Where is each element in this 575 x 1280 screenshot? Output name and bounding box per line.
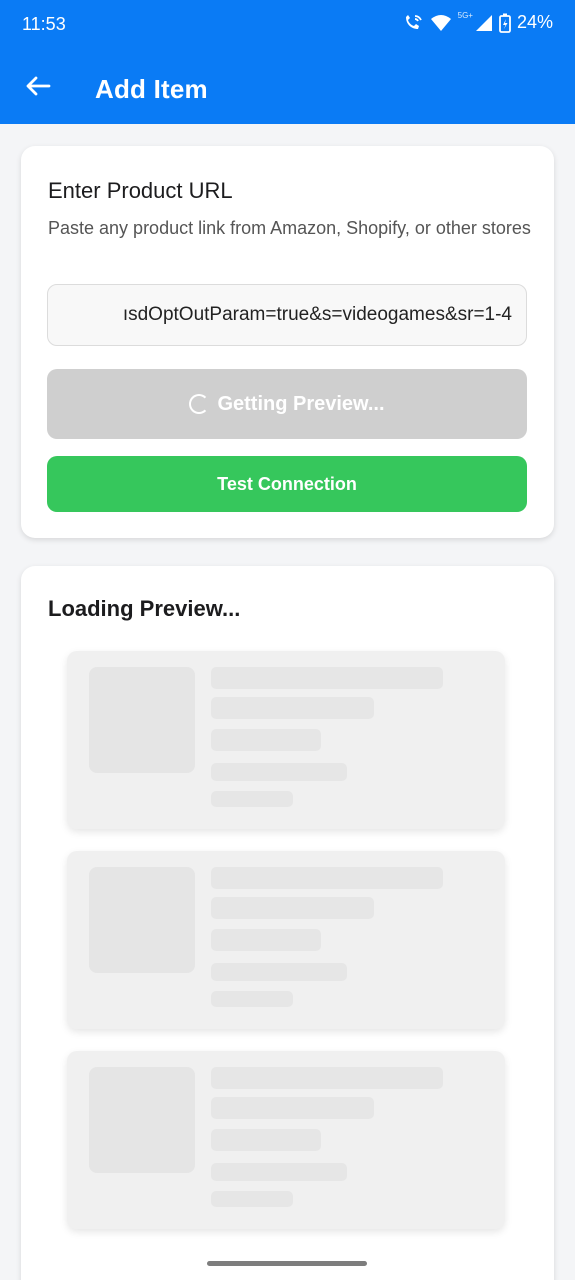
skeleton-thumbnail xyxy=(89,667,195,773)
product-url-value: ısdOptOutParam=true&s=videogames&sr=1-4 xyxy=(122,304,512,325)
skeleton-thumbnail xyxy=(89,1067,195,1173)
url-card-subtitle: Paste any product link from Amazon, Shop… xyxy=(48,218,531,238)
wifi-call-icon xyxy=(402,14,424,32)
test-connection-label: Test Connection xyxy=(217,473,357,494)
skeleton-item xyxy=(67,851,505,1029)
status-icons: 5G+ 24% xyxy=(402,11,553,33)
skeleton-line xyxy=(211,1191,293,1207)
status-bar: 11:53 5G+ 24% xyxy=(0,0,575,50)
get-preview-label: Getting Preview... xyxy=(217,392,385,415)
skeleton-line xyxy=(211,991,293,1007)
preview-card: Loading Preview... xyxy=(21,566,554,1280)
skeleton-line xyxy=(211,697,374,719)
url-card: Enter Product URL Paste any product link… xyxy=(21,146,554,538)
back-button[interactable] xyxy=(20,70,56,106)
battery-icon xyxy=(499,13,511,33)
test-connection-button[interactable]: Test Connection xyxy=(47,456,527,512)
home-indicator[interactable] xyxy=(207,1261,367,1266)
app-bar: 11:53 5G+ 24% Add Item xyxy=(0,0,575,124)
skeleton-item xyxy=(67,651,505,829)
skeleton-line xyxy=(211,1163,347,1181)
skeleton-line xyxy=(211,1067,443,1089)
skeleton-line xyxy=(211,1097,374,1119)
skeleton-line xyxy=(211,791,293,807)
skeleton-line xyxy=(211,929,321,951)
signal-icon xyxy=(475,14,493,32)
skeleton-line xyxy=(211,867,443,889)
toolbar: Add Item xyxy=(0,56,575,120)
arrow-left-icon xyxy=(25,75,51,102)
skeleton-line xyxy=(211,963,347,981)
url-card-title: Enter Product URL xyxy=(48,178,233,203)
preview-card-title: Loading Preview... xyxy=(48,596,241,621)
skeleton-line xyxy=(211,1129,321,1151)
skeleton-line xyxy=(211,763,347,781)
skeleton-line xyxy=(211,667,443,689)
skeleton-thumbnail xyxy=(89,867,195,973)
skeleton-line xyxy=(211,897,374,919)
skeleton-item xyxy=(67,1051,505,1229)
status-time: 11:53 xyxy=(22,14,66,34)
network-type-label: 5G+ xyxy=(457,11,473,20)
get-preview-button[interactable]: Getting Preview... xyxy=(47,369,527,439)
wifi-icon xyxy=(430,14,452,32)
skeleton-line xyxy=(211,729,321,751)
spinner-icon xyxy=(189,394,210,414)
page-title: Add Item xyxy=(95,74,208,104)
product-url-input[interactable]: ısdOptOutParam=true&s=videogames&sr=1-4 xyxy=(47,284,527,346)
battery-percent: 24% xyxy=(516,12,553,32)
